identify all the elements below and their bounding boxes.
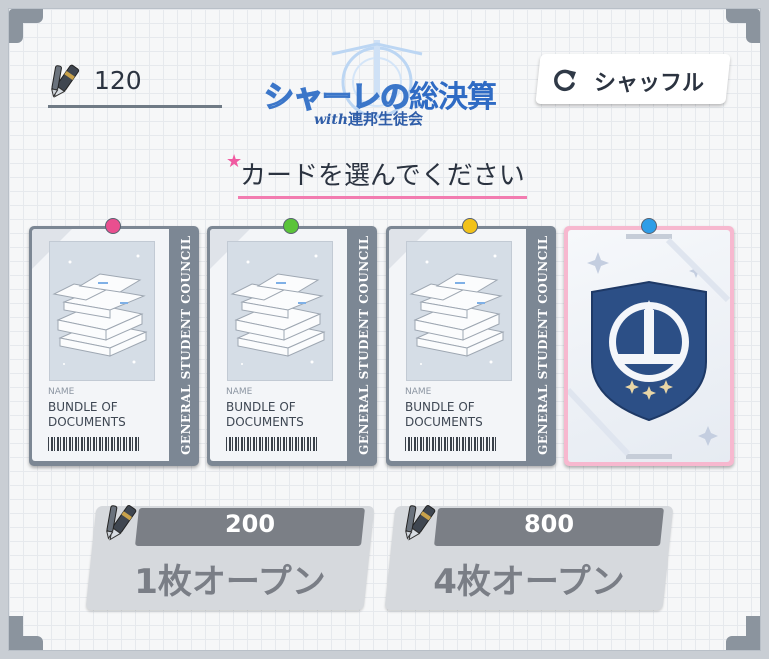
star-icon: ★ <box>226 151 243 172</box>
instruction-text: カードを選んでください <box>238 155 527 199</box>
open-cost: 200 <box>224 510 276 538</box>
barcode <box>48 437 140 451</box>
shuffle-button[interactable]: シャッフル <box>535 54 731 104</box>
refresh-icon <box>552 67 578 97</box>
pin-icon <box>462 218 478 234</box>
open-label: 4枚オープン <box>433 562 625 602</box>
card-name: BUNDLE OF DOCUMENTS <box>405 400 483 429</box>
instruction-heading: ★ カードを選んでください <box>226 151 527 199</box>
card-name: BUNDLE OF DOCUMENTS <box>48 400 126 429</box>
logo-subtitle: with連邦生徒会 <box>314 110 424 128</box>
card-1[interactable]: NAME BUNDLE OF DOCUMENTS GENERAL STUDENT… <box>29 218 199 466</box>
pin-icon <box>105 218 121 234</box>
card-side-text: GENERAL STUDENT COUNCIL <box>536 235 550 455</box>
documents-image <box>227 241 333 381</box>
pen-currency-icon <box>402 502 438 550</box>
currency-display: 120 <box>48 60 222 108</box>
barcode <box>405 437 497 451</box>
frame-corner <box>9 616 23 650</box>
shuffle-label: シャッフル <box>594 71 705 96</box>
frame-corner <box>9 9 23 43</box>
card-name-label: NAME <box>48 387 75 397</box>
pin-icon <box>283 218 299 234</box>
frame-corner <box>746 9 760 43</box>
card-side-text: GENERAL STUDENT COUNCIL <box>179 235 193 455</box>
barcode <box>226 437 318 451</box>
open-1-card-button[interactable]: 200 1枚オープン <box>85 500 375 610</box>
pen-currency-icon <box>48 62 82 106</box>
currency-amount: 120 <box>94 66 142 95</box>
pin-icon <box>641 218 657 234</box>
open-label: 1枚オープン <box>134 562 326 602</box>
open-cost: 800 <box>523 510 575 538</box>
card-name-label: NAME <box>405 387 432 397</box>
card-name-label: NAME <box>226 387 253 397</box>
event-logo: シャーレの総決算 with連邦生徒会 <box>262 38 502 138</box>
card-4-face-down[interactable] <box>564 218 734 466</box>
frame-corner <box>746 616 760 650</box>
card-side-text: GENERAL STUDENT COUNCIL <box>357 235 371 455</box>
card-name: BUNDLE OF DOCUMENTS <box>226 400 304 429</box>
open-4-cards-button[interactable]: 800 4枚オープン <box>384 500 674 610</box>
card-3[interactable]: NAME BUNDLE OF DOCUMENTS GENERAL STUDENT… <box>386 218 556 466</box>
tower-shield-emblem <box>568 234 730 459</box>
pen-currency-icon <box>103 502 139 550</box>
card-2[interactable]: NAME BUNDLE OF DOCUMENTS GENERAL STUDENT… <box>207 218 377 466</box>
documents-image <box>49 241 155 381</box>
documents-image <box>406 241 512 381</box>
